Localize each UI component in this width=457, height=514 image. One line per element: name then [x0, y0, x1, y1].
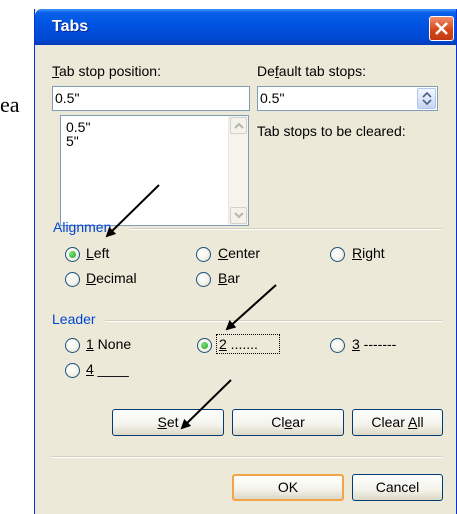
default-tab-stops-label: Default tab stops: — [257, 63, 366, 79]
default-tab-stops-input[interactable]: 0.5" — [257, 86, 438, 111]
leader-3-label[interactable]: 3 ------- — [352, 336, 396, 352]
alignment-decimal-label[interactable]: Decimal — [86, 270, 137, 286]
alignment-right-label[interactable]: Right — [352, 245, 385, 261]
leader-4-label[interactable]: 4 ____ — [86, 361, 129, 377]
scroll-down-button[interactable] — [230, 207, 247, 224]
clear-button[interactable]: Clear — [232, 409, 344, 436]
default-tab-stops-spinner[interactable] — [417, 88, 436, 109]
dialog-title: Tabs — [52, 18, 89, 35]
leader-1-label[interactable]: 1 None — [86, 336, 131, 352]
tab-stops-cleared-label: Tab stops to be cleared: — [257, 123, 406, 139]
leader-4-radio[interactable] — [65, 363, 80, 378]
alignment-bar-radio[interactable] — [196, 272, 211, 287]
clear-all-button[interactable]: Clear All — [352, 409, 443, 436]
list-item[interactable]: 0.5" — [66, 120, 90, 134]
leader-group-label: Leader — [52, 311, 96, 327]
tabs-dialog: Tabs Tab stop position: 0.5" 0.5" 5" Def… — [34, 9, 457, 514]
alignment-left-label[interactable]: Left — [86, 245, 109, 261]
list-scrollbar[interactable] — [228, 116, 248, 225]
cancel-button[interactable]: Cancel — [352, 474, 443, 501]
list-item[interactable]: 5" — [66, 134, 79, 148]
alignment-right-radio[interactable] — [330, 247, 345, 262]
close-icon — [435, 22, 448, 35]
alignment-divider — [130, 228, 442, 230]
spin-arrows-icon — [422, 91, 432, 106]
chevron-up-icon — [234, 122, 244, 129]
ok-button[interactable]: OK — [232, 474, 344, 501]
chevron-down-icon — [234, 212, 244, 219]
background-document-text: ea — [0, 92, 20, 117]
scroll-up-button[interactable] — [230, 117, 247, 134]
alignment-group-label: Alignmen — [53, 219, 112, 235]
title-bar[interactable]: Tabs — [35, 9, 456, 45]
tab-stop-position-input[interactable]: 0.5" — [52, 86, 250, 111]
button-separator — [51, 456, 443, 458]
leader-1-radio[interactable] — [65, 338, 80, 353]
focus-rectangle — [216, 334, 280, 354]
tab-stop-list[interactable]: 0.5" 5" — [60, 115, 249, 226]
tab-stop-position-value: 0.5" — [55, 90, 80, 106]
tab-stop-position-label: Tab stop position: — [52, 63, 161, 79]
leader-2-radio[interactable] — [197, 338, 212, 353]
alignment-center-label[interactable]: Center — [218, 245, 260, 261]
alignment-left-radio[interactable] — [65, 247, 80, 262]
set-button[interactable]: Set — [112, 409, 224, 436]
alignment-decimal-radio[interactable] — [65, 272, 80, 287]
leader-3-radio[interactable] — [330, 338, 345, 353]
alignment-bar-label[interactable]: Bar — [218, 270, 240, 286]
alignment-center-radio[interactable] — [196, 247, 211, 262]
close-button[interactable] — [429, 16, 454, 41]
leader-divider — [105, 320, 442, 322]
default-tab-stops-value: 0.5" — [260, 90, 285, 106]
